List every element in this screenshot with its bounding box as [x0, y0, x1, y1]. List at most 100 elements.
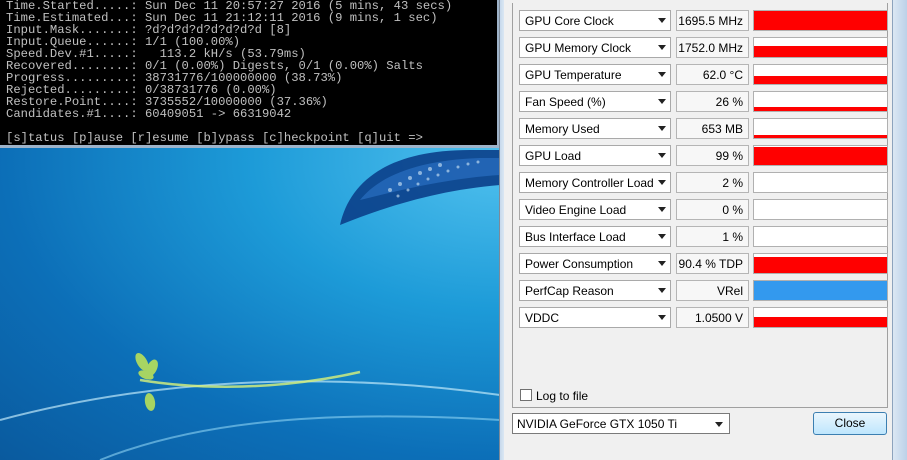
sensor-value: 1.0500 V	[694, 311, 743, 325]
sensor-graph	[753, 172, 888, 193]
sensor-label: Fan Speed (%)	[525, 95, 606, 109]
sensor-graph	[753, 253, 888, 274]
sensor-row: Bus Interface Load 1 %	[519, 226, 888, 247]
sensor-graph-fill	[754, 281, 887, 300]
sensor-row: GPU Temperature 62.0 °C	[519, 64, 888, 85]
sensor-row: Power Consumption 90.4 % TDP	[519, 253, 888, 274]
sensor-label: Bus Interface Load	[525, 230, 626, 244]
chevron-down-icon	[658, 261, 666, 266]
sensor-row: Memory Used 653 MB	[519, 118, 888, 139]
sensor-label: PerfCap Reason	[525, 284, 614, 298]
sensor-value-box: 0 %	[676, 199, 749, 220]
sensor-graph	[753, 118, 888, 139]
sensor-graph-fill	[754, 76, 887, 84]
sensor-row: GPU Load 99 %	[519, 145, 888, 166]
log-to-file-label: Log to file	[536, 389, 589, 403]
sensor-graph	[753, 226, 888, 247]
sensor-label-dropdown[interactable]: Bus Interface Load	[519, 226, 671, 247]
sensor-label: GPU Core Clock	[525, 14, 614, 28]
sensor-value-box: 99 %	[676, 145, 749, 166]
sensor-value: 26 %	[715, 95, 743, 109]
sensors-panel: GPU Core Clock 1695.5 MHz GPU Memory Clock…	[512, 3, 888, 408]
sensor-label: GPU Memory Clock	[525, 41, 632, 55]
sensor-label: Memory Controller Load	[525, 176, 654, 190]
chevron-down-icon	[658, 288, 666, 293]
sensor-graph-fill	[754, 11, 887, 30]
sensor-label-dropdown[interactable]: Video Engine Load	[519, 199, 671, 220]
sensor-label-dropdown[interactable]: GPU Temperature	[519, 64, 671, 85]
sensor-value-box: 90.4 % TDP	[676, 253, 749, 274]
sensor-row: Fan Speed (%) 26 %	[519, 91, 888, 112]
chevron-down-icon	[658, 180, 666, 185]
sensor-label-dropdown[interactable]: Memory Used	[519, 118, 671, 139]
sensor-graph-fill	[754, 317, 887, 327]
sensor-value-box: 653 MB	[676, 118, 749, 139]
console-output: Time.Started.....: Sun Dec 11 20:57:27 2…	[0, 0, 497, 120]
sensor-row: PerfCap Reason VRel	[519, 280, 888, 301]
log-to-file-checkbox[interactable]	[520, 389, 532, 401]
sensor-value: 90.4 % TDP	[678, 257, 743, 271]
sensor-value: VRel	[716, 284, 743, 298]
sensor-graph	[753, 280, 888, 301]
chevron-down-icon	[658, 18, 666, 23]
chevron-down-icon	[658, 126, 666, 131]
sensor-value: 653 MB	[701, 122, 743, 136]
sensor-label: VDDC	[525, 311, 560, 325]
sensor-value: 62.0 °C	[702, 68, 743, 82]
chevron-down-icon	[658, 99, 666, 104]
chevron-down-icon	[658, 315, 666, 320]
sensor-value-box: 1752.0 MHz	[676, 37, 749, 58]
sensor-label-dropdown[interactable]: Power Consumption	[519, 253, 671, 274]
sensor-label: GPU Temperature	[525, 68, 622, 82]
gpuz-window: GPU Core Clock 1695.5 MHz GPU Memory Clock…	[499, 0, 907, 460]
window-frame-right	[892, 0, 907, 460]
sensor-row: GPU Memory Clock 1752.0 MHz	[519, 37, 888, 58]
gpu-select-dropdown[interactable]: NVIDIA GeForce GTX 1050 Ti	[512, 413, 730, 434]
sensor-value: 1752.0 MHz	[678, 41, 743, 55]
sensor-value-box: 1 %	[676, 226, 749, 247]
sensor-value: 2 %	[722, 176, 743, 190]
chevron-down-icon	[658, 207, 666, 212]
chevron-down-icon	[658, 153, 666, 158]
sensor-label: Video Engine Load	[525, 203, 627, 217]
sensor-value: 1695.5 MHz	[678, 14, 743, 28]
sensor-graph	[753, 37, 888, 58]
sensor-label-dropdown[interactable]: GPU Load	[519, 145, 671, 166]
gpu-select-value: NVIDIA GeForce GTX 1050 Ti	[517, 417, 678, 431]
sensor-graph-fill	[754, 135, 887, 138]
sensor-value-box: 26 %	[676, 91, 749, 112]
sensor-label: Power Consumption	[525, 257, 634, 271]
sensor-graph	[753, 10, 888, 31]
sensor-label-dropdown[interactable]: PerfCap Reason	[519, 280, 671, 301]
close-button[interactable]: Close	[813, 412, 887, 435]
sensor-value-box: 1.0500 V	[676, 307, 749, 328]
sensor-label-dropdown[interactable]: VDDC	[519, 307, 671, 328]
sensor-graph-fill	[754, 46, 887, 57]
sensor-value-box: 2 %	[676, 172, 749, 193]
sensor-value: 99 %	[715, 149, 743, 163]
sensor-graph	[753, 91, 888, 112]
sensor-graph	[753, 307, 888, 328]
chevron-down-icon	[658, 45, 666, 50]
console-window[interactable]: Time.Started.....: Sun Dec 11 20:57:27 2…	[0, 0, 500, 148]
chevron-down-icon	[715, 422, 723, 427]
sensor-graph-fill	[754, 107, 887, 111]
sensor-row: GPU Core Clock 1695.5 MHz	[519, 10, 888, 31]
console-line: Candidates.#1....: 60409051 -> 66319042	[6, 107, 292, 121]
sensor-label: GPU Load	[525, 149, 582, 163]
sensor-value: 1 %	[722, 230, 743, 244]
console-prompt[interactable]: [s]tatus [p]ause [r]esume [b]ypass [c]he…	[0, 132, 497, 144]
sensor-value-box: 1695.5 MHz	[676, 10, 749, 31]
sensor-row: Video Engine Load 0 %	[519, 199, 888, 220]
sensor-label-dropdown[interactable]: GPU Memory Clock	[519, 37, 671, 58]
chevron-down-icon	[658, 72, 666, 77]
sensor-graph	[753, 199, 888, 220]
sensor-graph	[753, 145, 888, 166]
sensor-label-dropdown[interactable]: GPU Core Clock	[519, 10, 671, 31]
sensor-row: Memory Controller Load 2 %	[519, 172, 888, 193]
sensor-label-dropdown[interactable]: Memory Controller Load	[519, 172, 671, 193]
sensor-row: VDDC 1.0500 V	[519, 307, 888, 328]
sensor-label-dropdown[interactable]: Fan Speed (%)	[519, 91, 671, 112]
sensor-graph-fill	[754, 147, 887, 165]
sensor-label: Memory Used	[525, 122, 600, 136]
